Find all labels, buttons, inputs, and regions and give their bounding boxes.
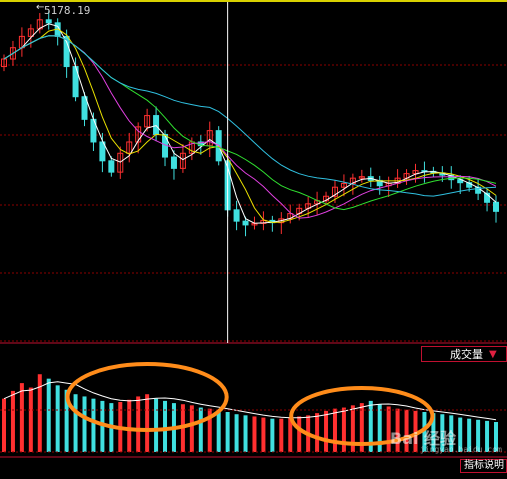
candle-body [493, 201, 499, 212]
volume-bar [145, 394, 150, 452]
high-price-label: 5178.19 [44, 4, 91, 17]
volume-bar [198, 407, 203, 452]
volume-bar [252, 416, 257, 452]
volume-bar [332, 408, 337, 452]
volume-bar [127, 399, 132, 452]
watermark-url: jingyan.baidu.com [420, 445, 502, 454]
volume-bar [279, 418, 284, 452]
volume-bar [2, 398, 6, 452]
volume-bar [341, 407, 346, 452]
candle-body [45, 19, 52, 24]
volume-bar [189, 405, 194, 452]
volume-bar [19, 383, 24, 452]
candle-body [233, 209, 240, 222]
ma-line-ma30 [3, 35, 497, 211]
kline-chart[interactable] [0, 0, 507, 479]
candle-body [242, 220, 249, 226]
volume-bar [163, 400, 168, 452]
volume-bar [315, 413, 320, 452]
volume-bar [234, 414, 239, 452]
indicator-help-tab[interactable]: 指标说明 [460, 459, 507, 473]
ma-line-ma20 [3, 35, 497, 219]
volume-bar [91, 398, 96, 452]
volume-bar [261, 417, 266, 452]
candle-body [108, 160, 115, 173]
volume-bar [136, 396, 141, 452]
volume-bar [55, 385, 60, 452]
volume-bar [82, 396, 87, 452]
ma-line-ma10 [3, 28, 497, 224]
volume-bar [154, 398, 159, 452]
volume-bar [73, 394, 78, 452]
dropdown-arrow-icon: ▼ [489, 348, 497, 360]
volume-bar [225, 412, 230, 452]
candle-body [170, 156, 177, 169]
volume-bar [216, 409, 221, 452]
volume-indicator-tab[interactable]: 成交量 ▼ [421, 346, 507, 362]
volume-tab-label: 成交量 [450, 348, 483, 361]
volume-bar [243, 415, 248, 452]
volume-bar [10, 390, 15, 452]
volume-bar [46, 378, 51, 452]
volume-bar [297, 416, 302, 452]
volume-bar [324, 410, 329, 452]
candle-body [153, 115, 160, 135]
volume-bar [270, 418, 275, 452]
volume-bar [28, 387, 33, 452]
